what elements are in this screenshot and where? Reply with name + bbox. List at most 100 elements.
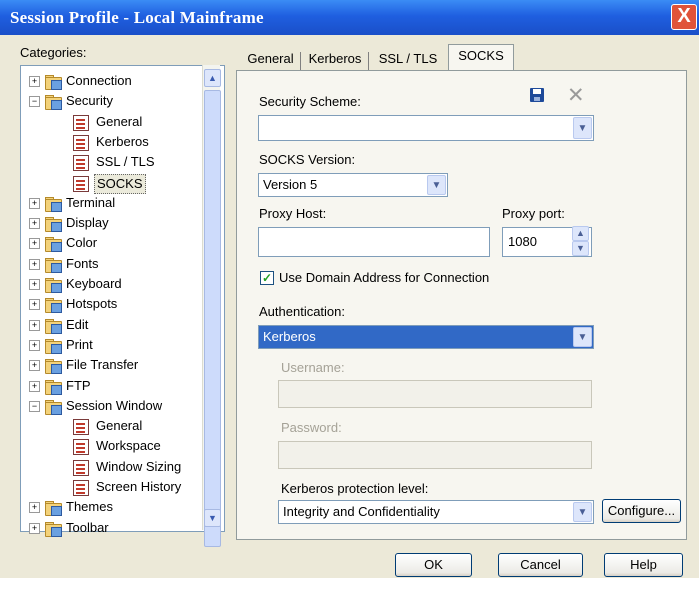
tree-item-general[interactable]: General xyxy=(21,417,201,437)
tree-item-display[interactable]: + Display xyxy=(21,214,201,234)
tree-item-label: Terminal xyxy=(66,194,116,210)
tree-item-label: FTP xyxy=(66,377,91,393)
tab-ssl-tls[interactable]: SSL / TLS xyxy=(372,48,444,70)
kerberos-level-value: Integrity and Confidentiality xyxy=(283,504,440,519)
expand-icon[interactable]: + xyxy=(29,502,40,514)
tab-kerberos[interactable]: Kerberos xyxy=(304,48,366,70)
collapse-icon[interactable]: − xyxy=(29,400,40,412)
tab-socks[interactable]: SOCKS xyxy=(448,44,514,71)
tree-item-kerberos[interactable]: Kerberos xyxy=(21,133,201,153)
tab-general[interactable]: General xyxy=(244,48,297,70)
tree-item-general[interactable]: General xyxy=(21,113,201,133)
expand-icon[interactable]: + xyxy=(29,380,40,392)
tree-item-file-transfer[interactable]: + File Transfer xyxy=(21,356,201,376)
chevron-down-icon[interactable]: ▼ xyxy=(573,327,592,347)
chevron-down-icon[interactable]: ▼ xyxy=(427,175,446,195)
tree-item-label: Color xyxy=(66,235,98,251)
scroll-thumb[interactable] xyxy=(204,90,221,547)
close-button[interactable]: X xyxy=(671,4,697,30)
tree-item-ssl-tls[interactable]: SSL / TLS xyxy=(21,153,201,173)
tree-item-label: Print xyxy=(66,336,93,352)
tree-item-themes[interactable]: + Themes xyxy=(21,498,201,518)
cancel-button[interactable]: Cancel xyxy=(498,553,583,577)
authentication-label: Authentication: xyxy=(259,304,346,319)
tree-item-connection[interactable]: + Connection xyxy=(21,72,201,92)
tab-separator xyxy=(300,52,301,70)
authentication-value: Kerberos xyxy=(263,329,316,344)
tree-item-label: Hotspots xyxy=(66,296,118,312)
scroll-up-button[interactable]: ▲ xyxy=(204,69,221,87)
tree-item-session-window[interactable]: − Session Window xyxy=(21,397,201,417)
authentication-select[interactable]: Kerberos ▼ xyxy=(258,325,594,349)
tree-item-label: Edit xyxy=(66,316,89,332)
expand-icon[interactable]: + xyxy=(29,360,40,372)
proxy-port-stepper[interactable]: ▲ ▼ xyxy=(572,226,589,256)
password-label: Password: xyxy=(281,420,342,435)
collapse-icon[interactable]: − xyxy=(29,96,40,108)
tree-item-label: Screen History xyxy=(96,479,182,494)
help-button[interactable]: Help xyxy=(604,553,683,577)
configure-button[interactable]: Configure... xyxy=(602,499,681,523)
proxy-port-label: Proxy port: xyxy=(502,206,565,221)
expand-icon[interactable]: + xyxy=(29,218,40,230)
password-input[interactable] xyxy=(278,441,592,469)
folder-icon xyxy=(45,358,62,375)
socks-version-select[interactable]: Version 5 ▼ xyxy=(258,173,448,197)
tree-item-security[interactable]: − Security xyxy=(21,92,201,112)
username-input[interactable] xyxy=(278,380,592,408)
tree-item-socks[interactable]: SOCKS xyxy=(21,173,201,194)
stepper-down-icon[interactable]: ▼ xyxy=(572,241,589,256)
folder-icon xyxy=(45,257,62,273)
tree-item-screen-history[interactable]: Screen History xyxy=(21,478,201,498)
tree-item-fonts[interactable]: + Fonts xyxy=(21,255,201,275)
folder-icon xyxy=(45,216,62,233)
folder-icon xyxy=(45,196,62,212)
ok-button[interactable]: OK xyxy=(395,553,472,577)
tree-item-ftp[interactable]: + FTP xyxy=(21,377,201,397)
tree-item-window-sizing[interactable]: Window Sizing xyxy=(21,458,201,478)
tree-item-label: General xyxy=(96,113,143,129)
settings-page-icon xyxy=(73,114,89,131)
scroll-down-button[interactable]: ▼ xyxy=(204,509,221,527)
categories-tree[interactable]: + Connection − Security General Kerberos SSL /… xyxy=(20,65,225,537)
proxy-port-value: 1080 xyxy=(508,234,537,249)
tree-item-color[interactable]: + Color xyxy=(21,234,201,254)
expand-icon[interactable]: + xyxy=(29,197,40,209)
expand-icon[interactable]: + xyxy=(29,319,40,331)
expand-icon[interactable]: + xyxy=(29,522,40,534)
tree-item-keyboard[interactable]: + Keyboard xyxy=(21,275,201,295)
tree-item-label: Security xyxy=(66,93,113,109)
expand-icon[interactable]: + xyxy=(29,76,40,87)
expand-icon[interactable]: + xyxy=(29,238,40,250)
expand-icon[interactable]: + xyxy=(29,279,40,290)
tree-item-print[interactable]: + Print xyxy=(21,336,201,356)
title-bar[interactable]: Session Profile - Local Mainframe X xyxy=(0,0,699,35)
tree-item-workspace[interactable]: Workspace xyxy=(21,437,201,457)
kerberos-level-select[interactable]: Integrity and Confidentiality ▼ xyxy=(278,500,594,524)
proxy-host-input[interactable] xyxy=(258,227,490,257)
tree-item-toolbar[interactable]: + Toolbar xyxy=(21,519,201,539)
tree-item-edit[interactable]: + Edit xyxy=(21,316,201,336)
save-icon[interactable] xyxy=(530,88,544,102)
chevron-down-icon[interactable]: ▼ xyxy=(573,502,592,522)
stepper-up-icon[interactable]: ▲ xyxy=(572,226,589,241)
expand-icon[interactable]: + xyxy=(29,258,40,270)
tree-item-terminal[interactable]: + Terminal xyxy=(21,194,201,214)
settings-page-icon xyxy=(73,439,89,456)
use-domain-label: Use Domain Address for Connection xyxy=(279,270,490,285)
proxy-host-label: Proxy Host: xyxy=(259,206,327,221)
chevron-down-icon[interactable]: ▼ xyxy=(573,117,592,139)
tree-item-label: Connection xyxy=(66,73,132,88)
tree-scrollbar[interactable]: ▲ ▼ xyxy=(202,65,221,547)
security-scheme-select[interactable]: ▼ xyxy=(258,115,594,141)
kerberos-level-label: Kerberos protection level: xyxy=(281,481,429,496)
use-domain-checkbox[interactable]: ✓ xyxy=(260,271,274,285)
folder-icon xyxy=(45,74,62,90)
folder-icon xyxy=(45,277,62,293)
expand-icon[interactable]: + xyxy=(29,299,40,311)
categories-label: Categories: xyxy=(20,45,87,60)
delete-icon[interactable]: ✕ xyxy=(567,83,585,107)
tree-item-hotspots[interactable]: + Hotspots xyxy=(21,295,201,315)
socks-version-value: Version 5 xyxy=(263,177,318,192)
expand-icon[interactable]: + xyxy=(29,339,40,351)
